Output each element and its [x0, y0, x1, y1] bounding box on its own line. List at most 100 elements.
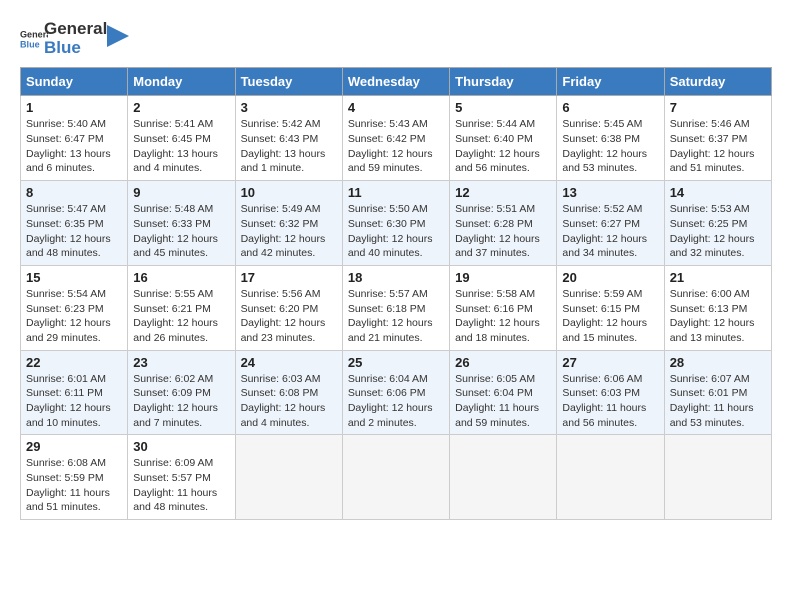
day-info: Sunrise: 5:49 AMSunset: 6:32 PMDaylight:… — [241, 202, 337, 261]
table-row: 20 Sunrise: 5:59 AMSunset: 6:15 PMDayligh… — [557, 265, 664, 350]
day-info: Sunrise: 6:03 AMSunset: 6:08 PMDaylight:… — [241, 372, 337, 431]
day-number: 22 — [26, 355, 122, 370]
day-number: 4 — [348, 100, 444, 115]
table-row: 1 Sunrise: 5:40 AMSunset: 6:47 PMDaylight… — [21, 96, 128, 181]
weekday-header-wednesday: Wednesday — [342, 68, 449, 96]
day-number: 3 — [241, 100, 337, 115]
table-row — [450, 435, 557, 520]
day-info: Sunrise: 5:54 AMSunset: 6:23 PMDaylight:… — [26, 287, 122, 346]
day-number: 19 — [455, 270, 551, 285]
table-row: 5 Sunrise: 5:44 AMSunset: 6:40 PMDaylight… — [450, 96, 557, 181]
table-row: 7Sunrise: 5:46 AMSunset: 6:37 PMDaylight… — [664, 96, 771, 181]
table-row: 3 Sunrise: 5:42 AMSunset: 6:43 PMDaylight… — [235, 96, 342, 181]
calendar-week-5: 29 Sunrise: 6:08 AMSunset: 5:59 PMDayligh… — [21, 435, 772, 520]
table-row: 11Sunrise: 5:50 AMSunset: 6:30 PMDayligh… — [342, 181, 449, 266]
day-info: Sunrise: 6:08 AMSunset: 5:59 PMDaylight:… — [26, 456, 122, 515]
day-info: Sunrise: 5:58 AMSunset: 6:16 PMDaylight:… — [455, 287, 551, 346]
logo-arrow-icon — [107, 25, 129, 47]
day-number: 10 — [241, 185, 337, 200]
day-number: 16 — [133, 270, 229, 285]
day-number: 23 — [133, 355, 229, 370]
day-number: 25 — [348, 355, 444, 370]
day-number: 26 — [455, 355, 551, 370]
table-row — [557, 435, 664, 520]
logo-general: General — [44, 20, 107, 39]
table-row — [342, 435, 449, 520]
day-info: Sunrise: 5:45 AMSunset: 6:38 PMDaylight:… — [562, 117, 658, 176]
day-number: 29 — [26, 439, 122, 454]
calendar-table: SundayMondayTuesdayWednesdayThursdayFrid… — [20, 67, 772, 520]
table-row: 16 Sunrise: 5:55 AMSunset: 6:21 PMDayligh… — [128, 265, 235, 350]
day-info: Sunrise: 5:50 AMSunset: 6:30 PMDaylight:… — [348, 202, 444, 261]
weekday-header-monday: Monday — [128, 68, 235, 96]
calendar-week-1: 1 Sunrise: 5:40 AMSunset: 6:47 PMDaylight… — [21, 96, 772, 181]
day-info: Sunrise: 5:57 AMSunset: 6:18 PMDaylight:… — [348, 287, 444, 346]
table-row — [235, 435, 342, 520]
day-number: 5 — [455, 100, 551, 115]
table-row: 15 Sunrise: 5:54 AMSunset: 6:23 PMDayligh… — [21, 265, 128, 350]
table-row: 2 Sunrise: 5:41 AMSunset: 6:45 PMDaylight… — [128, 96, 235, 181]
day-info: Sunrise: 5:53 AMSunset: 6:25 PMDaylight:… — [670, 202, 766, 261]
logo: General Blue General Blue — [20, 20, 129, 57]
day-number: 2 — [133, 100, 229, 115]
table-row: 6Sunrise: 5:45 AMSunset: 6:38 PMDaylight… — [557, 96, 664, 181]
day-info: Sunrise: 6:00 AMSunset: 6:13 PMDaylight:… — [670, 287, 766, 346]
calendar-week-4: 22 Sunrise: 6:01 AMSunset: 6:11 PMDayligh… — [21, 350, 772, 435]
table-row: 30 Sunrise: 6:09 AMSunset: 5:57 PMDayligh… — [128, 435, 235, 520]
table-row: 22 Sunrise: 6:01 AMSunset: 6:11 PMDayligh… — [21, 350, 128, 435]
table-row: 14 Sunrise: 5:53 AMSunset: 6:25 PMDayligh… — [664, 181, 771, 266]
svg-text:Blue: Blue — [20, 39, 40, 49]
table-row: 4 Sunrise: 5:43 AMSunset: 6:42 PMDaylight… — [342, 96, 449, 181]
day-info: Sunrise: 6:01 AMSunset: 6:11 PMDaylight:… — [26, 372, 122, 431]
day-info: Sunrise: 5:52 AMSunset: 6:27 PMDaylight:… — [562, 202, 658, 261]
table-row: 21 Sunrise: 6:00 AMSunset: 6:13 PMDayligh… — [664, 265, 771, 350]
day-info: Sunrise: 6:02 AMSunset: 6:09 PMDaylight:… — [133, 372, 229, 431]
table-row: 8 Sunrise: 5:47 AMSunset: 6:35 PMDaylight… — [21, 181, 128, 266]
weekday-header-thursday: Thursday — [450, 68, 557, 96]
day-info: Sunrise: 5:42 AMSunset: 6:43 PMDaylight:… — [241, 117, 337, 176]
day-number: 9 — [133, 185, 229, 200]
day-info: Sunrise: 6:09 AMSunset: 5:57 PMDaylight:… — [133, 456, 229, 515]
day-info: Sunrise: 5:56 AMSunset: 6:20 PMDaylight:… — [241, 287, 337, 346]
day-info: Sunrise: 5:43 AMSunset: 6:42 PMDaylight:… — [348, 117, 444, 176]
weekday-header-sunday: Sunday — [21, 68, 128, 96]
day-number: 28 — [670, 355, 766, 370]
day-info: Sunrise: 6:05 AMSunset: 6:04 PMDaylight:… — [455, 372, 551, 431]
table-row: 27Sunrise: 6:06 AMSunset: 6:03 PMDayligh… — [557, 350, 664, 435]
day-number: 8 — [26, 185, 122, 200]
table-row: 9 Sunrise: 5:48 AMSunset: 6:33 PMDaylight… — [128, 181, 235, 266]
table-row: 17 Sunrise: 5:56 AMSunset: 6:20 PMDayligh… — [235, 265, 342, 350]
day-number: 14 — [670, 185, 766, 200]
table-row: 12Sunrise: 5:51 AMSunset: 6:28 PMDayligh… — [450, 181, 557, 266]
day-info: Sunrise: 6:06 AMSunset: 6:03 PMDaylight:… — [562, 372, 658, 431]
day-number: 20 — [562, 270, 658, 285]
table-row: 24 Sunrise: 6:03 AMSunset: 6:08 PMDayligh… — [235, 350, 342, 435]
page-header: General Blue General Blue — [20, 20, 772, 57]
day-number: 17 — [241, 270, 337, 285]
table-row: 18 Sunrise: 5:57 AMSunset: 6:18 PMDayligh… — [342, 265, 449, 350]
day-number: 30 — [133, 439, 229, 454]
day-number: 1 — [26, 100, 122, 115]
day-number: 21 — [670, 270, 766, 285]
day-info: Sunrise: 5:51 AMSunset: 6:28 PMDaylight:… — [455, 202, 551, 261]
table-row — [664, 435, 771, 520]
day-info: Sunrise: 5:41 AMSunset: 6:45 PMDaylight:… — [133, 117, 229, 176]
day-number: 15 — [26, 270, 122, 285]
day-info: Sunrise: 5:55 AMSunset: 6:21 PMDaylight:… — [133, 287, 229, 346]
table-row: 10 Sunrise: 5:49 AMSunset: 6:32 PMDayligh… — [235, 181, 342, 266]
weekday-header-saturday: Saturday — [664, 68, 771, 96]
day-info: Sunrise: 6:07 AMSunset: 6:01 PMDaylight:… — [670, 372, 766, 431]
day-info: Sunrise: 5:40 AMSunset: 6:47 PMDaylight:… — [26, 117, 122, 176]
weekday-header-friday: Friday — [557, 68, 664, 96]
day-number: 7 — [670, 100, 766, 115]
table-row: 23 Sunrise: 6:02 AMSunset: 6:09 PMDayligh… — [128, 350, 235, 435]
table-row: 28 Sunrise: 6:07 AMSunset: 6:01 PMDayligh… — [664, 350, 771, 435]
day-number: 24 — [241, 355, 337, 370]
day-info: Sunrise: 5:59 AMSunset: 6:15 PMDaylight:… — [562, 287, 658, 346]
day-info: Sunrise: 5:47 AMSunset: 6:35 PMDaylight:… — [26, 202, 122, 261]
day-info: Sunrise: 5:44 AMSunset: 6:40 PMDaylight:… — [455, 117, 551, 176]
day-number: 18 — [348, 270, 444, 285]
day-info: Sunrise: 5:48 AMSunset: 6:33 PMDaylight:… — [133, 202, 229, 261]
table-row: 13Sunrise: 5:52 AMSunset: 6:27 PMDayligh… — [557, 181, 664, 266]
calendar-header-row: SundayMondayTuesdayWednesdayThursdayFrid… — [21, 68, 772, 96]
